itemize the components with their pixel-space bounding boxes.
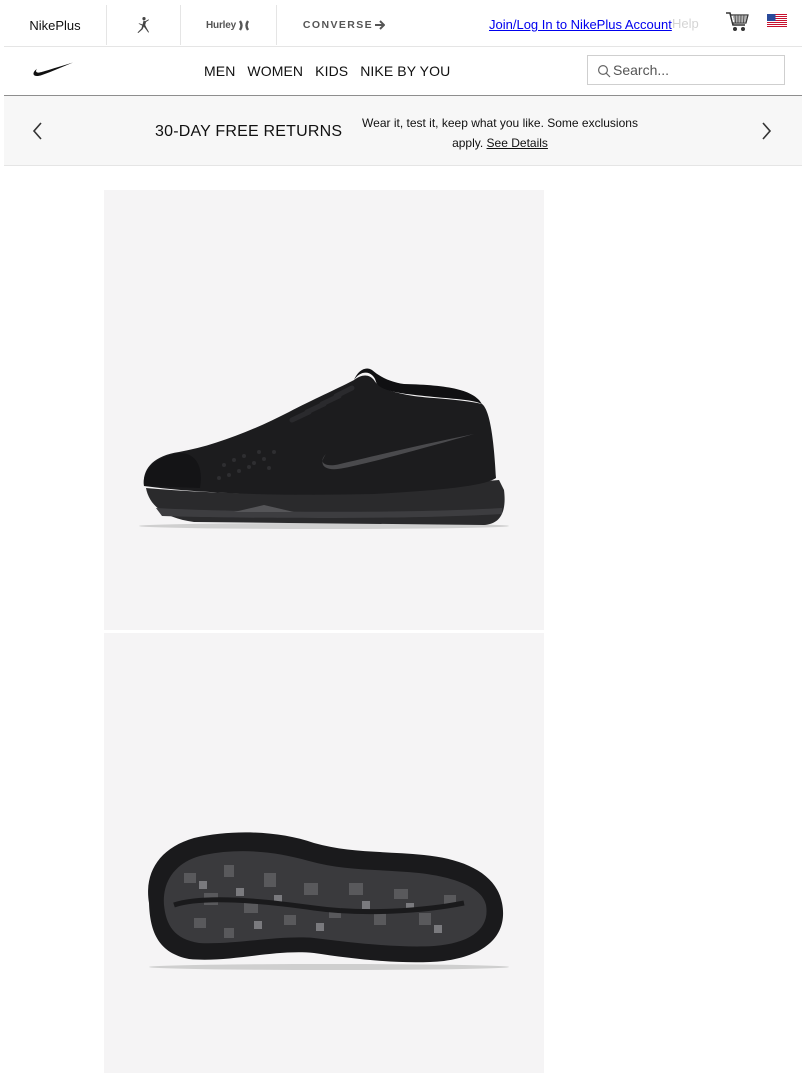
brand-hurley-link[interactable]: Hurley [180, 5, 277, 45]
search-input[interactable] [613, 60, 778, 80]
promo-banner: 30-DAY FREE RETURNS Wear it, test it, ke… [4, 96, 802, 166]
converse-chevron-icon [375, 20, 386, 30]
brand-nikeplus-link[interactable]: NikePlus [4, 5, 107, 45]
brand-converse-link[interactable]: CONVERSE [276, 5, 412, 45]
nav-kids[interactable]: KIDS [315, 63, 348, 79]
nav-men[interactable]: MEN [204, 63, 235, 79]
nike-swoosh-logo[interactable] [32, 61, 74, 79]
product-image-outsole[interactable] [104, 633, 544, 1073]
shopping-cart-icon[interactable] [724, 10, 750, 34]
shoe-side-view [139, 368, 509, 529]
page: NikePlus Hurley CONVERSE Join/Log In to … [4, 0, 802, 1073]
promo-description: Wear it, test it, keep what you like. So… [354, 113, 646, 153]
promo-title: 30-DAY FREE RETURNS [155, 123, 343, 140]
jordan-jumpman-icon [137, 17, 149, 33]
search-box[interactable] [587, 55, 785, 85]
brand-jordan-link[interactable] [106, 5, 181, 45]
brand-nikeplus-label: NikePlus [29, 17, 81, 33]
shoe-outsole-view [148, 832, 509, 970]
chevron-right-icon[interactable] [756, 120, 776, 142]
nav-links: MEN WOMEN KIDS NIKE BY YOU [204, 63, 462, 79]
nav-nike-by-you[interactable]: NIKE BY YOU [360, 63, 450, 79]
brand-bar: NikePlus Hurley CONVERSE Join/Log In to … [4, 0, 802, 47]
hurley-h-icon [238, 19, 249, 31]
see-details-link[interactable]: See Details [487, 136, 548, 150]
chevron-left-icon[interactable] [28, 120, 48, 142]
nav-women[interactable]: WOMEN [247, 63, 303, 79]
brand-converse-label: CONVERSE [302, 19, 374, 31]
us-flag-icon[interactable] [767, 14, 787, 27]
brand-hurley-label: Hurley [206, 19, 236, 31]
product-image-side[interactable] [104, 190, 544, 630]
search-icon [597, 64, 611, 78]
help-link[interactable]: Help [672, 16, 699, 31]
join-login-link[interactable]: Join/Log In to NikePlus Account [489, 17, 672, 32]
main-nav-bar: MEN WOMEN KIDS NIKE BY YOU [4, 47, 802, 96]
